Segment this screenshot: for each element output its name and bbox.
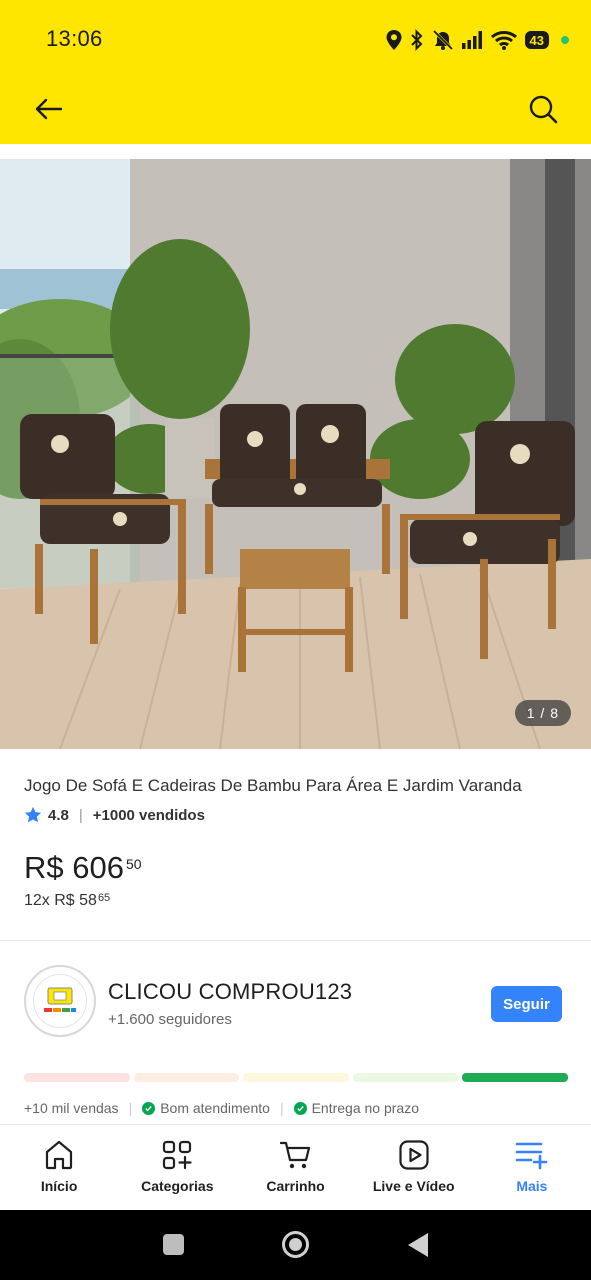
arrow-left-icon [35, 98, 63, 120]
privacy-dot-icon [561, 36, 569, 44]
video-icon [399, 1140, 429, 1170]
reputation-segment [24, 1073, 130, 1082]
image-counter: 1 / 8 [514, 700, 571, 726]
cart-icon [279, 1141, 310, 1169]
sold-count: +1000 vendidos [92, 806, 205, 824]
tab-label: Live e Vídeo [372, 1178, 455, 1194]
tab-label: Carrinho [266, 1178, 325, 1194]
location-icon [386, 30, 402, 50]
divider [0, 940, 591, 941]
bluetooth-icon [410, 29, 422, 51]
clock: 13:06 [46, 26, 103, 51]
app-header: 13:06 43 [0, 0, 591, 144]
installment: 12x R$ 58 65 [24, 892, 110, 910]
recent-apps-button[interactable] [163, 1234, 184, 1255]
search-icon [529, 95, 558, 124]
seller-name[interactable]: CLICOU COMPROU123 [108, 979, 352, 1005]
product-image[interactable] [0, 159, 591, 749]
back-button[interactable] [32, 92, 66, 126]
reputation-segment-active [462, 1073, 568, 1082]
mute-icon [432, 29, 453, 51]
rating-value: 4.8 [48, 806, 69, 824]
separator: | [78, 806, 83, 824]
menu-plus-icon [515, 1142, 548, 1170]
tab-categorias[interactable]: Categorias [118, 1125, 236, 1210]
system-back-button[interactable] [408, 1233, 428, 1257]
status-bar: 13:06 43 [0, 0, 591, 80]
tab-label: Mais [516, 1178, 548, 1194]
price: R$ 606 50 [24, 850, 142, 886]
tab-live-video[interactable]: Live e Vídeo [355, 1125, 473, 1210]
search-button[interactable] [526, 92, 560, 126]
reputation-thermometer [24, 1073, 568, 1082]
price-main: R$ 606 [24, 850, 124, 885]
categories-icon [163, 1140, 192, 1170]
home-icon [45, 1140, 73, 1170]
follow-button[interactable]: Seguir [491, 986, 562, 1022]
seller-logo[interactable] [24, 965, 96, 1037]
store-logo-icon [44, 987, 76, 1012]
tab-carrinho[interactable]: Carrinho [236, 1125, 354, 1210]
installment-main: 12x R$ 58 [24, 892, 97, 909]
star-icon [24, 806, 42, 823]
product-title: Jogo De Sofá E Cadeiras De Bambu Para Ár… [24, 776, 522, 795]
rating-row: 4.8 | +1000 vendidos [24, 805, 205, 825]
wifi-icon [490, 31, 517, 50]
check-icon [293, 1101, 307, 1115]
check-icon [142, 1101, 156, 1115]
reputation-segment [352, 1073, 459, 1082]
status-icons: 43 [385, 26, 569, 54]
tab-label: Categorias [141, 1178, 214, 1194]
delivery-badge: Entrega no prazo [311, 1100, 419, 1116]
tab-label: Início [40, 1178, 78, 1194]
bottom-tab-bar: Início Categorias Carrinho Live e Vídeo … [0, 1124, 591, 1210]
separator: | [128, 1100, 133, 1116]
separator: | [279, 1100, 284, 1116]
reputation-segment [133, 1073, 240, 1082]
battery-indicator: 43 [524, 31, 549, 49]
seller-followers: +1.600 seguidores [108, 1011, 232, 1028]
sales-count: +10 mil vendas [24, 1100, 119, 1116]
service-badge: Bom atendimento [160, 1100, 270, 1116]
signal-icon [461, 31, 482, 49]
tab-mais[interactable]: Mais [473, 1125, 591, 1210]
reputation-info: +10 mil vendas | Bom atendimento | Entre… [24, 1098, 419, 1118]
reputation-segment [243, 1073, 349, 1082]
price-cents: 50 [125, 856, 142, 872]
home-button[interactable] [282, 1231, 309, 1258]
tab-inicio[interactable]: Início [0, 1125, 118, 1210]
installment-cents: 65 [97, 892, 111, 904]
